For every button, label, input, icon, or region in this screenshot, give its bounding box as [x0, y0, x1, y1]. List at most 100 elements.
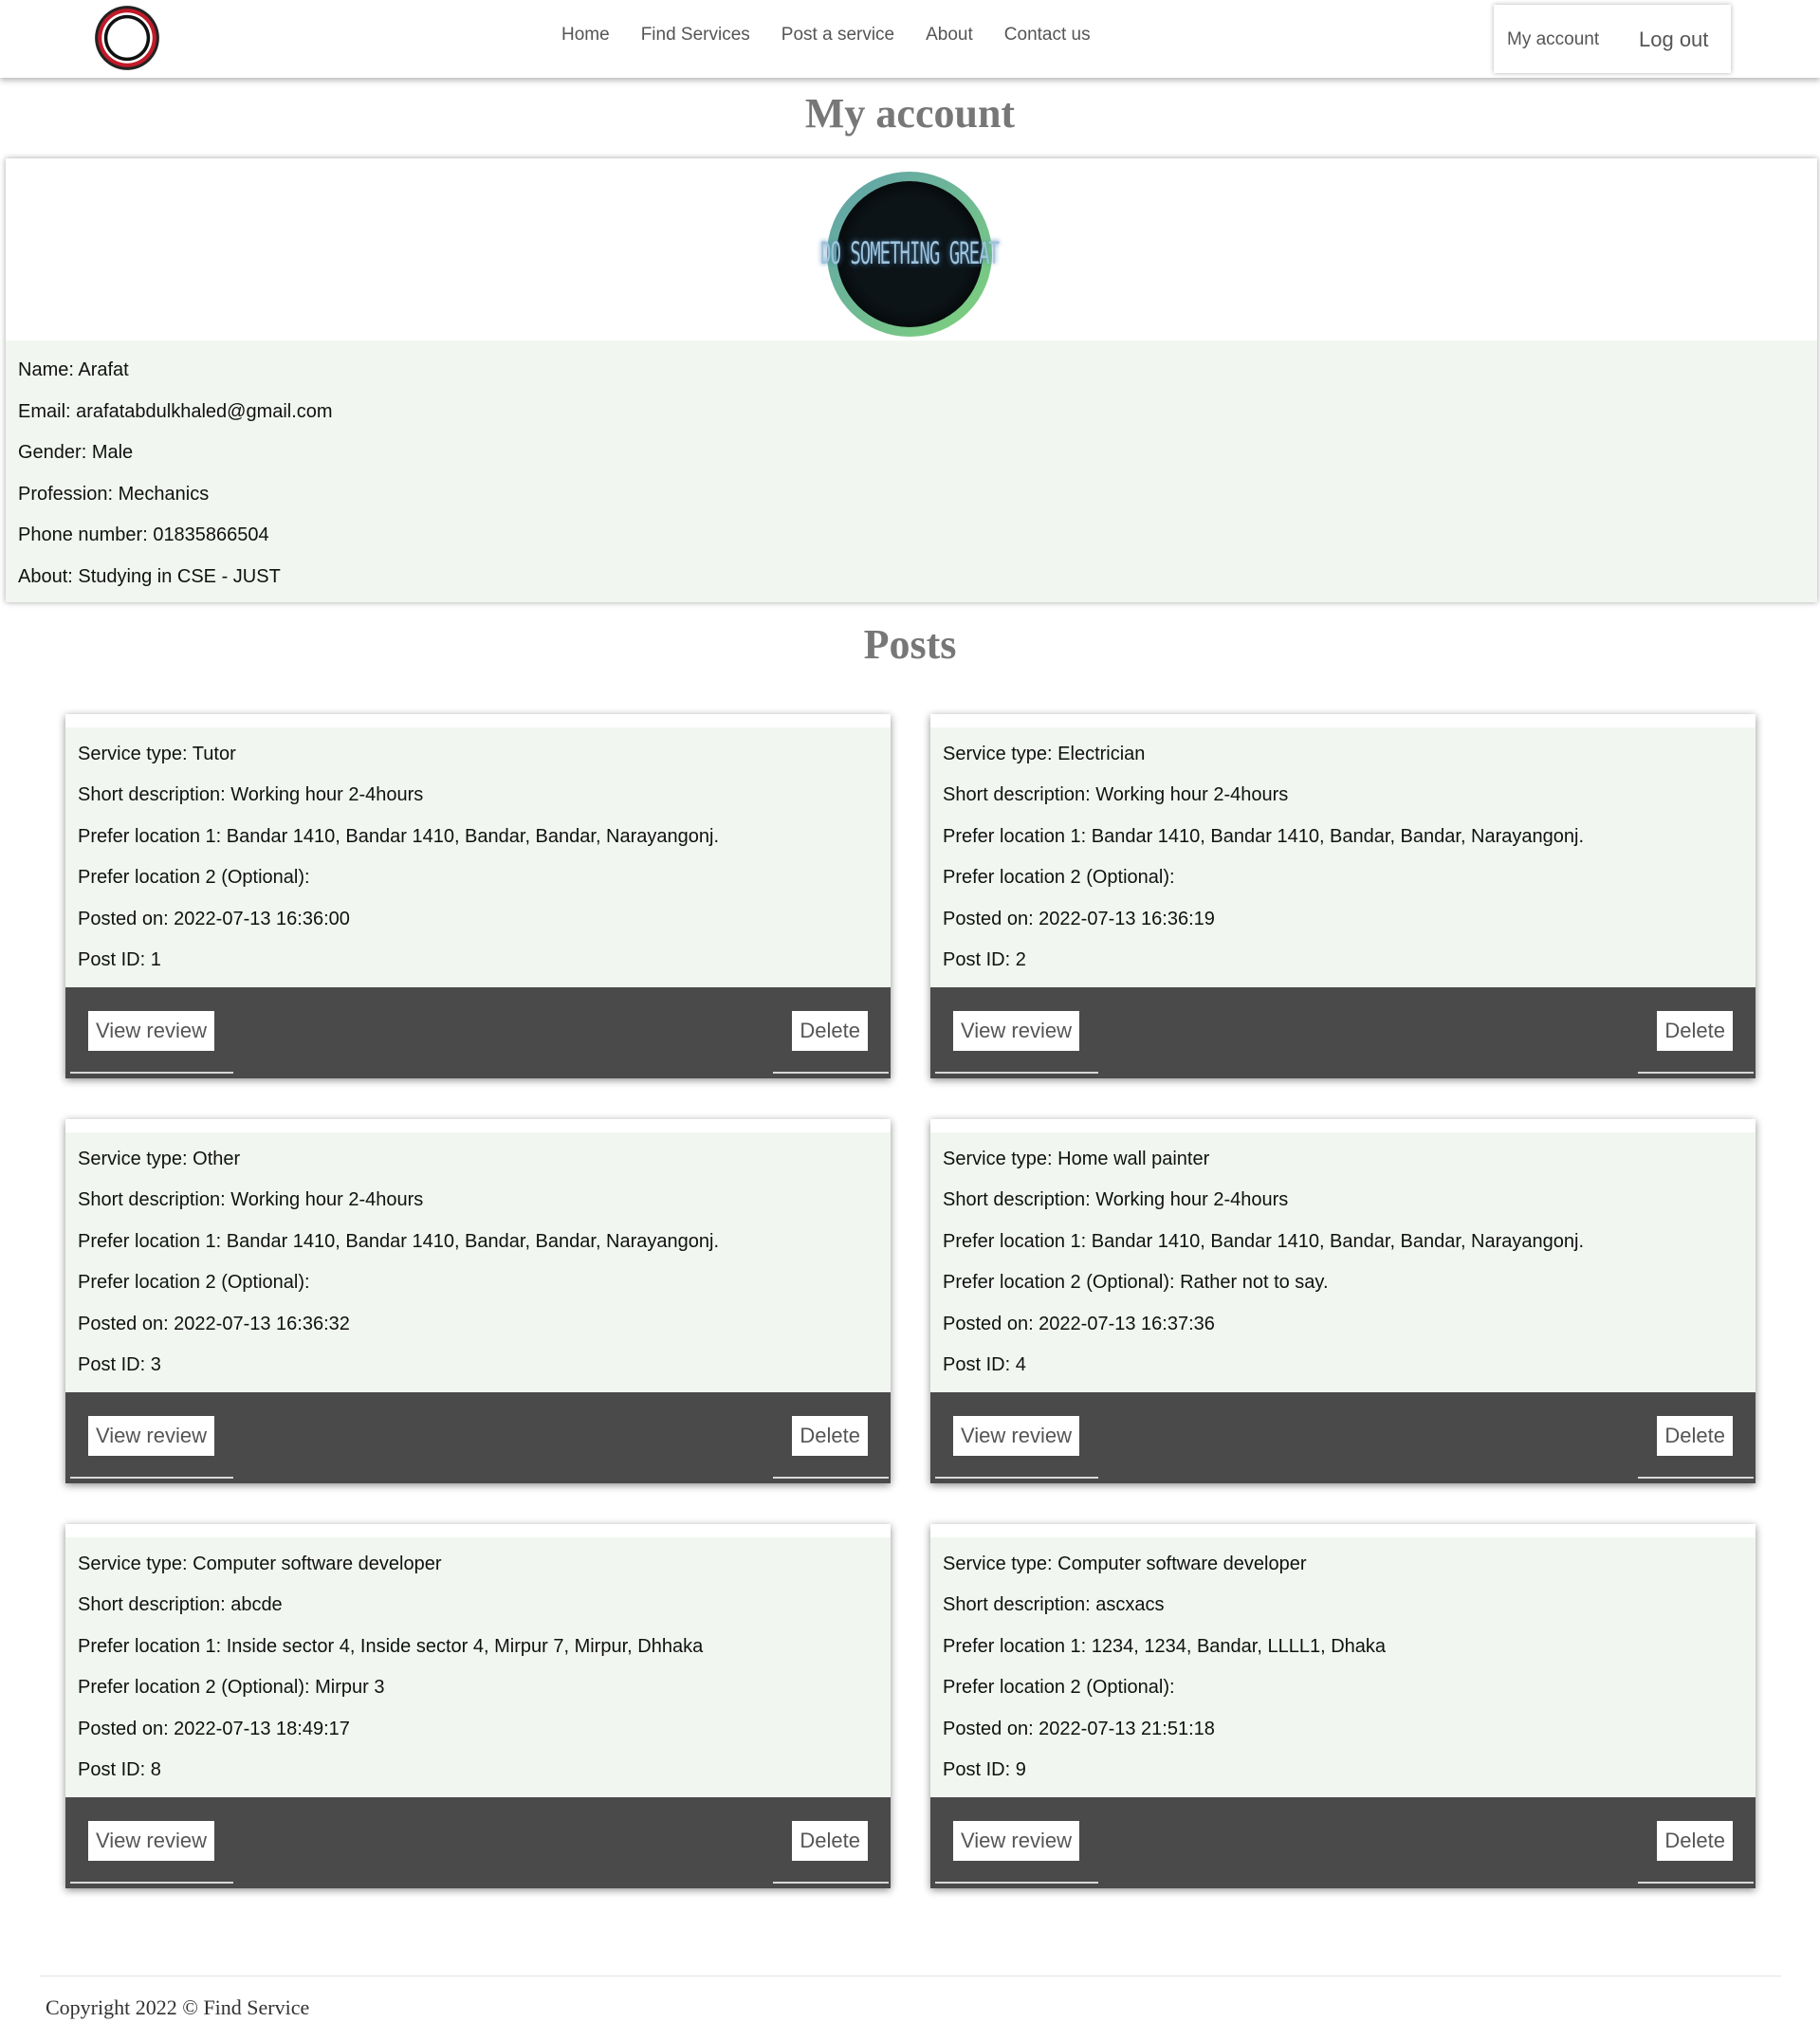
post-prefer-location-1: Prefer location 1: Bandar 1410, Bandar 1… — [943, 825, 1585, 847]
delete-button[interactable]: Delete — [792, 1821, 868, 1861]
post-card: Service type: Computer software develope… — [65, 1524, 891, 1888]
post-prefer-location-2: Prefer location 2 (Optional): Mirpur 3 — [78, 1677, 385, 1699]
post-prefer-location-2: Prefer location 2 (Optional): Rather not… — [943, 1272, 1329, 1294]
profile-email: Email: arafatabdulkhaled@gmail.com — [18, 400, 333, 422]
post-prefer-location-1: Prefer location 1: Bandar 1410, Bandar 1… — [78, 825, 720, 847]
post-service-type: Service type: Computer software develope… — [78, 1554, 442, 1574]
profile-name: Name: Arafat — [18, 359, 129, 380]
post-post-id: Post ID: 8 — [78, 1758, 161, 1780]
avatar-neon-text: DO SOMETHING GREAT — [820, 236, 1000, 272]
post-card-header-band — [65, 1119, 891, 1132]
profile-phone: Phone number: 01835866504 — [18, 524, 269, 545]
view-review-button[interactable]: View review — [88, 1011, 214, 1051]
delete-button[interactable]: Delete — [1657, 1416, 1733, 1456]
delete-button[interactable]: Delete — [792, 1011, 868, 1051]
post-posted-on: Posted on: 2022-07-13 16:36:19 — [943, 908, 1215, 929]
copyright-text: Copyright 2022 © Find Service — [46, 1995, 310, 2019]
post-service-type: Service type: Electrician — [943, 744, 1146, 764]
post-actions-bar: View review Delete — [930, 1392, 1756, 1483]
nav-links: Home Find Services Post a service About … — [561, 25, 1122, 46]
post-card: Service type: Home wall painter Short des… — [930, 1119, 1756, 1483]
avatar-image: DO SOMETHING GREAT — [820, 181, 1000, 327]
post-short-description: Short description: ascxacs — [943, 1594, 1165, 1616]
post-prefer-location-2: Prefer location 2 (Optional): — [943, 1677, 1175, 1699]
post-card-header-band — [930, 714, 1756, 727]
post-card: Service type: Computer software develope… — [930, 1524, 1756, 1888]
posts-title: Posts — [863, 621, 957, 668]
view-review-underline — [70, 1882, 233, 1884]
post-card-header-band — [930, 1119, 1756, 1132]
view-review-button[interactable]: View review — [88, 1821, 214, 1861]
post-posted-on: Posted on: 2022-07-13 16:36:32 — [78, 1313, 350, 1334]
post-card-header-band — [65, 1524, 891, 1537]
view-review-underline — [70, 1072, 233, 1074]
post-post-id: Post ID: 4 — [943, 1353, 1026, 1375]
delete-button[interactable]: Delete — [1657, 1011, 1733, 1051]
post-service-type: Service type: Home wall painter — [943, 1149, 1210, 1169]
delete-underline — [1638, 1072, 1754, 1074]
post-post-id: Post ID: 9 — [943, 1758, 1026, 1780]
nav-contact-link[interactable]: Contact us — [1004, 25, 1091, 46]
log-out-link[interactable]: Log out — [1639, 28, 1708, 52]
post-short-description: Short description: Working hour 2-4hours — [78, 784, 424, 806]
post-actions-bar: View review Delete — [65, 987, 891, 1078]
post-actions-bar: View review Delete — [930, 1797, 1756, 1888]
profile-about: About: Studying in CSE - JUST — [18, 565, 281, 587]
nav-about-link[interactable]: About — [926, 25, 973, 46]
post-card: Service type: Electrician Short descripti… — [930, 714, 1756, 1078]
post-prefer-location-1: Prefer location 1: Bandar 1410, Bandar 1… — [943, 1230, 1585, 1252]
delete-underline — [773, 1477, 889, 1479]
post-prefer-location-2: Prefer location 2 (Optional): — [78, 1272, 310, 1294]
view-review-underline — [935, 1477, 1098, 1479]
post-details: Service type: Home wall painter Short des… — [930, 1145, 1756, 1391]
post-card: Service type: Other Short description: Wo… — [65, 1119, 891, 1483]
delete-underline — [773, 1072, 889, 1074]
nav-home-link[interactable]: Home — [561, 25, 610, 46]
post-details: Service type: Computer software develope… — [930, 1550, 1756, 1796]
page-title: My account — [804, 90, 1016, 137]
post-actions-bar: View review Delete — [65, 1797, 891, 1888]
post-actions-bar: View review Delete — [65, 1392, 891, 1483]
account-menu: My account Log out — [1494, 5, 1731, 73]
view-review-button[interactable]: View review — [953, 1416, 1079, 1456]
delete-underline — [1638, 1477, 1754, 1479]
post-short-description: Short description: Working hour 2-4hours — [943, 784, 1289, 806]
post-posted-on: Posted on: 2022-07-13 16:37:36 — [943, 1313, 1215, 1334]
post-details: Service type: Tutor Short description: Wo… — [65, 740, 891, 986]
post-posted-on: Posted on: 2022-07-13 18:49:17 — [78, 1718, 350, 1739]
post-details: Service type: Electrician Short descripti… — [930, 740, 1756, 986]
my-account-link[interactable]: My account — [1507, 29, 1599, 50]
delete-button[interactable]: Delete — [1657, 1821, 1733, 1861]
delete-underline — [773, 1882, 889, 1884]
view-review-underline — [935, 1882, 1098, 1884]
post-details: Service type: Other Short description: Wo… — [65, 1145, 891, 1391]
view-review-button[interactable]: View review — [88, 1416, 214, 1456]
view-review-button[interactable]: View review — [953, 1011, 1079, 1051]
view-review-underline — [935, 1072, 1098, 1074]
site-logo[interactable] — [93, 4, 161, 72]
view-review-button[interactable]: View review — [953, 1821, 1079, 1861]
nav-find-services-link[interactable]: Find Services — [641, 25, 750, 46]
post-prefer-location-1: Prefer location 1: Bandar 1410, Bandar 1… — [78, 1230, 720, 1252]
profile-gender: Gender: Male — [18, 442, 134, 463]
post-post-id: Post ID: 1 — [78, 948, 161, 970]
post-posted-on: Posted on: 2022-07-13 16:36:00 — [78, 908, 350, 929]
post-post-id: Post ID: 2 — [943, 948, 1026, 970]
post-service-type: Service type: Other — [78, 1149, 241, 1169]
view-review-underline — [70, 1477, 233, 1479]
delete-button[interactable]: Delete — [792, 1416, 868, 1456]
post-post-id: Post ID: 3 — [78, 1353, 161, 1375]
post-short-description: Short description: Working hour 2-4hours — [78, 1189, 424, 1211]
footer-divider — [40, 1976, 1781, 1977]
post-prefer-location-2: Prefer location 2 (Optional): — [78, 867, 310, 889]
post-prefer-location-2: Prefer location 2 (Optional): — [943, 867, 1175, 889]
profile-details: Name: Arafat Email: arafatabdulkhaled@gm… — [6, 340, 1817, 602]
post-prefer-location-1: Prefer location 1: 1234, 1234, Bandar, L… — [943, 1635, 1387, 1657]
post-card-header-band — [65, 714, 891, 727]
post-card-header-band — [930, 1524, 1756, 1537]
delete-underline — [1638, 1882, 1754, 1884]
post-short-description: Short description: Working hour 2-4hours — [943, 1189, 1289, 1211]
avatar: DO SOMETHING GREAT — [820, 172, 1000, 337]
nav-post-service-link[interactable]: Post a service — [781, 25, 894, 46]
post-actions-bar: View review Delete — [930, 987, 1756, 1078]
